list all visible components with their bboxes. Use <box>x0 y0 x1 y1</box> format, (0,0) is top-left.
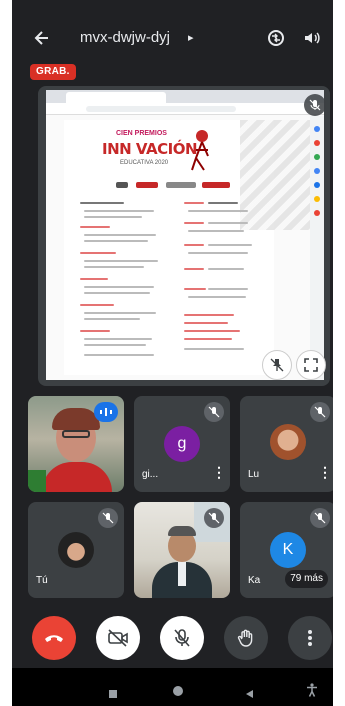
meeting-code[interactable]: mvx-dwjw-dyj <box>80 29 170 46</box>
hand-icon <box>237 629 253 647</box>
participant-tile[interactable]: K Ka 79 más <box>240 502 333 598</box>
extension-icon <box>314 210 320 216</box>
event-logo-top: CIEN PREMIOS <box>116 130 167 137</box>
extension-icon <box>314 168 320 174</box>
speaking-indicator-icon <box>94 402 118 422</box>
unpin-icon[interactable] <box>262 350 292 380</box>
browser-tab <box>66 92 166 103</box>
more-options-icon[interactable]: ⋮ <box>212 464 226 480</box>
event-logo-subtitle: EDUCATIVA 2020 <box>120 160 169 166</box>
sponsor-logos <box>116 180 236 190</box>
participant-name: Lu <box>248 469 260 480</box>
mic-off-icon <box>304 94 326 116</box>
mic-off-icon <box>174 629 190 647</box>
extension-icon <box>314 182 320 188</box>
participant-tile[interactable]: Lu ⋮ <box>240 396 333 492</box>
chevron-right-icon[interactable]: ▸ <box>188 31 194 44</box>
participant-tile[interactable] <box>28 396 124 492</box>
speaker-icon[interactable] <box>302 28 322 48</box>
mic-toggle-button[interactable] <box>160 616 204 660</box>
recording-badge: GRAB. <box>30 64 76 80</box>
participant-name: Tú <box>36 575 48 586</box>
extension-icon <box>314 196 320 202</box>
more-options-icon[interactable]: ⋮ <box>318 464 332 480</box>
mic-off-icon <box>204 508 224 528</box>
extension-icon <box>314 154 320 160</box>
raise-hand-button[interactable] <box>224 616 268 660</box>
phone-hangup-icon <box>45 635 63 642</box>
avatar <box>270 424 306 460</box>
meet-screen: mvx-dwjw-dyj ▸ GRAB. CIEN PREMIOS INN VA… <box>12 0 333 706</box>
avatar: K <box>270 532 306 568</box>
extension-icon <box>314 140 320 146</box>
camera-off-icon <box>108 629 128 647</box>
extensions-sidebar <box>310 116 324 380</box>
document-right-column <box>184 202 274 372</box>
more-vert-icon <box>308 630 312 646</box>
switch-camera-icon[interactable] <box>266 28 286 48</box>
mic-off-icon <box>98 508 118 528</box>
address-bar <box>86 106 236 112</box>
accessibility-icon[interactable] <box>306 683 318 702</box>
back-icon[interactable] <box>244 686 254 704</box>
camera-toggle-button[interactable] <box>96 616 140 660</box>
avatar <box>58 532 94 568</box>
event-logo-title: INN VACIÓN <box>102 140 198 158</box>
participant-name: gi... <box>142 469 159 480</box>
logo-figure-icon <box>191 130 209 171</box>
end-call-button[interactable] <box>32 616 76 660</box>
participant-tile[interactable]: g gi... ⋮ <box>134 396 230 492</box>
extension-icon <box>314 126 320 132</box>
home-icon[interactable] <box>172 684 184 702</box>
more-participants-badge[interactable]: 79 más <box>285 570 328 588</box>
recents-icon[interactable] <box>108 686 118 704</box>
presentation-tile[interactable]: CIEN PREMIOS INN VACIÓN EDUCATIVA 2020 <box>38 86 330 386</box>
mic-off-icon <box>204 402 224 422</box>
participant-tile-self[interactable]: Tú <box>28 502 124 598</box>
shared-screen: CIEN PREMIOS INN VACIÓN EDUCATIVA 2020 <box>46 90 324 380</box>
more-options-button[interactable] <box>288 616 332 660</box>
system-nav-bar <box>12 668 333 706</box>
avatar: g <box>164 426 200 462</box>
top-bar: mvx-dwjw-dyj ▸ <box>12 0 333 62</box>
participant-name: Ka <box>248 575 261 586</box>
back-arrow-icon[interactable] <box>32 28 52 48</box>
browser-tab-strip <box>46 90 324 103</box>
browser-toolbar <box>46 103 324 115</box>
mic-off-icon <box>310 508 330 528</box>
participant-tile[interactable] <box>134 502 230 598</box>
document-left-column <box>80 202 170 372</box>
fullscreen-icon[interactable] <box>296 350 326 380</box>
mic-off-icon <box>310 402 330 422</box>
